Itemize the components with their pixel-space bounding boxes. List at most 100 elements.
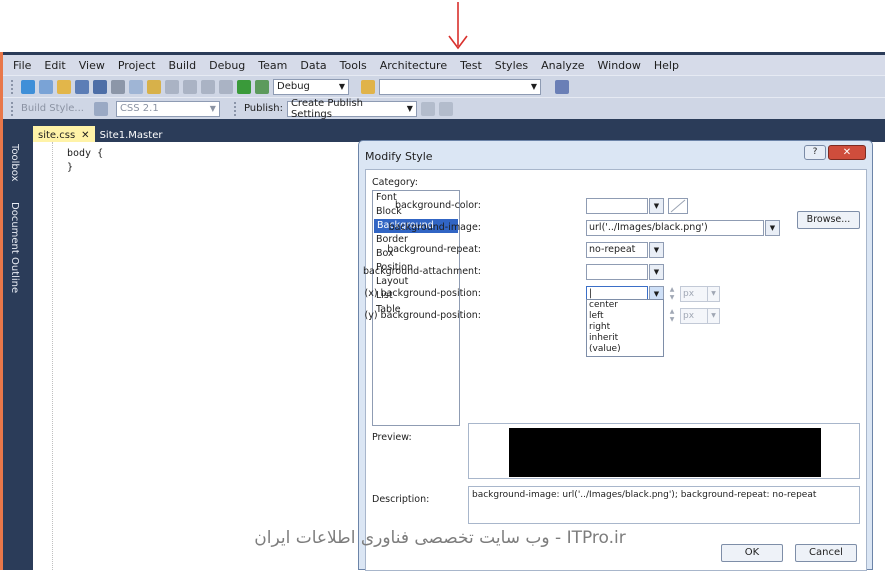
watermark: ITPro.ir - وب سایت تخصصی فناوری اطلاعات …: [0, 528, 885, 548]
attach-icon[interactable]: [255, 79, 269, 94]
x-position-unit[interactable]: px ▼: [680, 286, 720, 302]
menu-project[interactable]: Project: [118, 59, 156, 72]
solution-configuration-dropdown[interactable]: Debug ▼: [273, 78, 349, 95]
publish-web-icon[interactable]: [420, 101, 435, 116]
modify-style-dialog: Modify Style ? ✕ Category: Font Block Ba…: [358, 140, 873, 571]
css-properties-icon[interactable]: [93, 101, 108, 116]
cut-icon[interactable]: [111, 79, 125, 94]
open-file-icon[interactable]: [57, 79, 71, 94]
code-line[interactable]: body {: [67, 148, 103, 159]
css-schema-dropdown[interactable]: CSS 2.1 ▼: [115, 100, 220, 117]
position-option[interactable]: inherit: [587, 333, 663, 344]
background-repeat-field[interactable]: no-repeat: [586, 242, 648, 258]
color-swatch-icon: [670, 199, 686, 213]
color-picker-button[interactable]: [668, 198, 688, 214]
chevron-down-icon: ▼: [209, 104, 216, 113]
publish-settings-icon[interactable]: [438, 101, 453, 116]
build-style-button[interactable]: Build Style...: [21, 103, 84, 114]
menu-build[interactable]: Build: [168, 59, 196, 72]
publish-label: Publish:: [243, 103, 283, 114]
background-attachment-dropdown[interactable]: ▼: [649, 264, 664, 280]
style-toolbar: Build Style... CSS 2.1 ▼ Publish: Create…: [3, 97, 885, 120]
save-icon[interactable]: [75, 79, 89, 94]
tab-label: site.css: [38, 129, 76, 141]
undo-icon[interactable]: [165, 79, 179, 94]
tab-label: Site1.Master: [99, 129, 163, 141]
preview-box: [468, 423, 860, 479]
chevron-down-icon: ▼: [707, 287, 719, 301]
menu-test[interactable]: Test: [460, 59, 482, 72]
position-option[interactable]: left: [587, 311, 663, 322]
paste-icon[interactable]: [147, 79, 161, 94]
y-position-spinner[interactable]: ▲ ▼: [667, 308, 677, 324]
background-attachment-label: background-attachment:: [363, 266, 481, 277]
help-button[interactable]: ?: [804, 145, 826, 160]
menu-tools[interactable]: Tools: [340, 59, 367, 72]
copy-icon[interactable]: [129, 79, 143, 94]
position-option[interactable]: (value): [587, 344, 663, 355]
find-dropdown[interactable]: ▼: [379, 78, 541, 95]
menu-view[interactable]: View: [79, 59, 105, 72]
toolbox-tab[interactable]: Toolbox: [9, 144, 20, 182]
toolbar-grip[interactable]: [11, 101, 14, 116]
dialog-body: Category: Font Block Background Border B…: [363, 169, 867, 571]
close-icon[interactable]: ✕: [81, 130, 89, 141]
background-color-field[interactable]: [586, 198, 648, 214]
background-image-dropdown[interactable]: ▼: [765, 220, 780, 236]
standard-toolbar: Debug ▼ ▼: [3, 75, 885, 97]
background-image-field[interactable]: url('../Images/black.png'): [586, 220, 764, 236]
y-position-label: (y) background-position:: [364, 310, 481, 321]
menu-architecture[interactable]: Architecture: [380, 59, 447, 72]
x-position-spinner[interactable]: ▲ ▼: [667, 286, 677, 302]
toolbar-grip[interactable]: [11, 79, 14, 94]
preview-swatch: [509, 428, 821, 477]
toolbar-grip[interactable]: [233, 101, 237, 116]
browse-button[interactable]: Browse...: [797, 211, 860, 229]
background-repeat-label: background-repeat:: [387, 244, 481, 255]
visual-studio-window: File Edit View Project Build Debug Team …: [0, 52, 885, 571]
redo-icon[interactable]: [183, 79, 197, 94]
code-line[interactable]: }: [67, 162, 73, 173]
menu-data[interactable]: Data: [300, 59, 326, 72]
save-all-icon[interactable]: [93, 79, 107, 94]
css-schema-value: CSS 2.1: [119, 103, 159, 114]
description-label: Description:: [372, 494, 430, 505]
position-options-list[interactable]: center left right inherit (value): [586, 299, 664, 357]
menu-analyze[interactable]: Analyze: [541, 59, 584, 72]
close-button[interactable]: ✕: [828, 145, 866, 160]
position-option[interactable]: right: [587, 322, 663, 333]
find-in-files-icon[interactable]: [361, 79, 375, 94]
chevron-down-icon: ▼: [338, 82, 345, 91]
menu-help[interactable]: Help: [654, 59, 679, 72]
preview-label: Preview:: [372, 432, 412, 443]
menu-edit[interactable]: Edit: [44, 59, 65, 72]
chevron-down-icon: ▼: [530, 82, 537, 91]
menu-styles[interactable]: Styles: [495, 59, 528, 72]
publish-settings-value: Create Publish Settings: [290, 97, 364, 120]
solution-explorer-icon[interactable]: [555, 79, 569, 94]
document-outline-tab[interactable]: Document Outline: [9, 202, 20, 293]
menu-window[interactable]: Window: [598, 59, 641, 72]
start-debugging-icon[interactable]: [237, 79, 251, 94]
x-position-label: (x) background-position:: [364, 288, 481, 299]
solution-configuration-value: Debug: [277, 81, 310, 92]
background-repeat-dropdown[interactable]: ▼: [649, 242, 664, 258]
menu-file[interactable]: File: [13, 59, 31, 72]
position-option[interactable]: center: [587, 300, 663, 311]
navigate-forward-icon[interactable]: [219, 79, 233, 94]
category-item-layout[interactable]: Layout: [373, 275, 459, 289]
menu-team[interactable]: Team: [258, 59, 287, 72]
new-project-icon[interactable]: [21, 79, 35, 94]
publish-settings-dropdown[interactable]: Create Publish Settings ▼: [286, 97, 417, 120]
annotation-arrow-icon: [448, 2, 468, 50]
background-color-dropdown[interactable]: ▼: [649, 198, 664, 214]
y-position-unit-value: px: [683, 311, 695, 321]
description-box: background-image: url('../Images/black.p…: [468, 486, 860, 524]
y-position-unit[interactable]: px ▼: [680, 308, 720, 324]
x-position-unit-value: px: [683, 289, 695, 299]
add-item-icon[interactable]: [39, 79, 53, 94]
editor-gutter: [33, 142, 53, 570]
background-attachment-field[interactable]: [586, 264, 648, 280]
menu-debug[interactable]: Debug: [209, 59, 245, 72]
navigate-backward-icon[interactable]: [201, 79, 215, 94]
